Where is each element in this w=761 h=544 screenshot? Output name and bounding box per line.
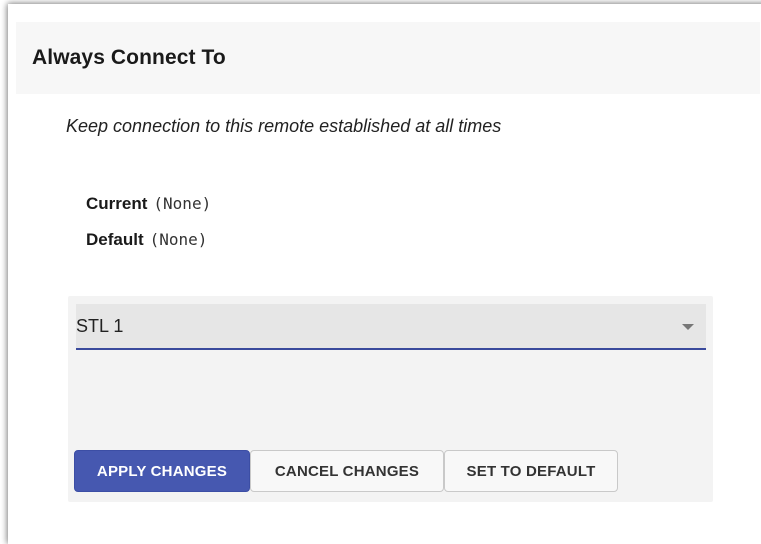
dropdown-arrow-icon[interactable] xyxy=(682,324,694,330)
selection-panel: STL 1 APPLY CHANGES CANCEL CHANGES SET T… xyxy=(68,296,713,502)
default-setting: Default (None) xyxy=(86,230,207,250)
set-to-default-button[interactable]: SET TO DEFAULT xyxy=(444,450,618,492)
default-value: (None) xyxy=(149,230,208,249)
section-header: Always Connect To xyxy=(16,22,760,94)
current-setting: Current (None) xyxy=(86,194,211,214)
default-label: Default xyxy=(86,230,144,249)
section-title: Always Connect To xyxy=(32,46,226,69)
cancel-changes-button[interactable]: CANCEL CHANGES xyxy=(250,450,444,492)
section-description: Keep connection to this remote establish… xyxy=(66,116,502,136)
apply-changes-button[interactable]: APPLY CHANGES xyxy=(74,450,250,492)
remote-select[interactable]: STL 1 xyxy=(76,304,706,350)
action-buttons: APPLY CHANGES CANCEL CHANGES SET TO DEFA… xyxy=(74,450,618,492)
remote-select-value: STL 1 xyxy=(76,316,124,336)
current-value: (None) xyxy=(153,194,212,213)
current-label: Current xyxy=(86,194,148,213)
